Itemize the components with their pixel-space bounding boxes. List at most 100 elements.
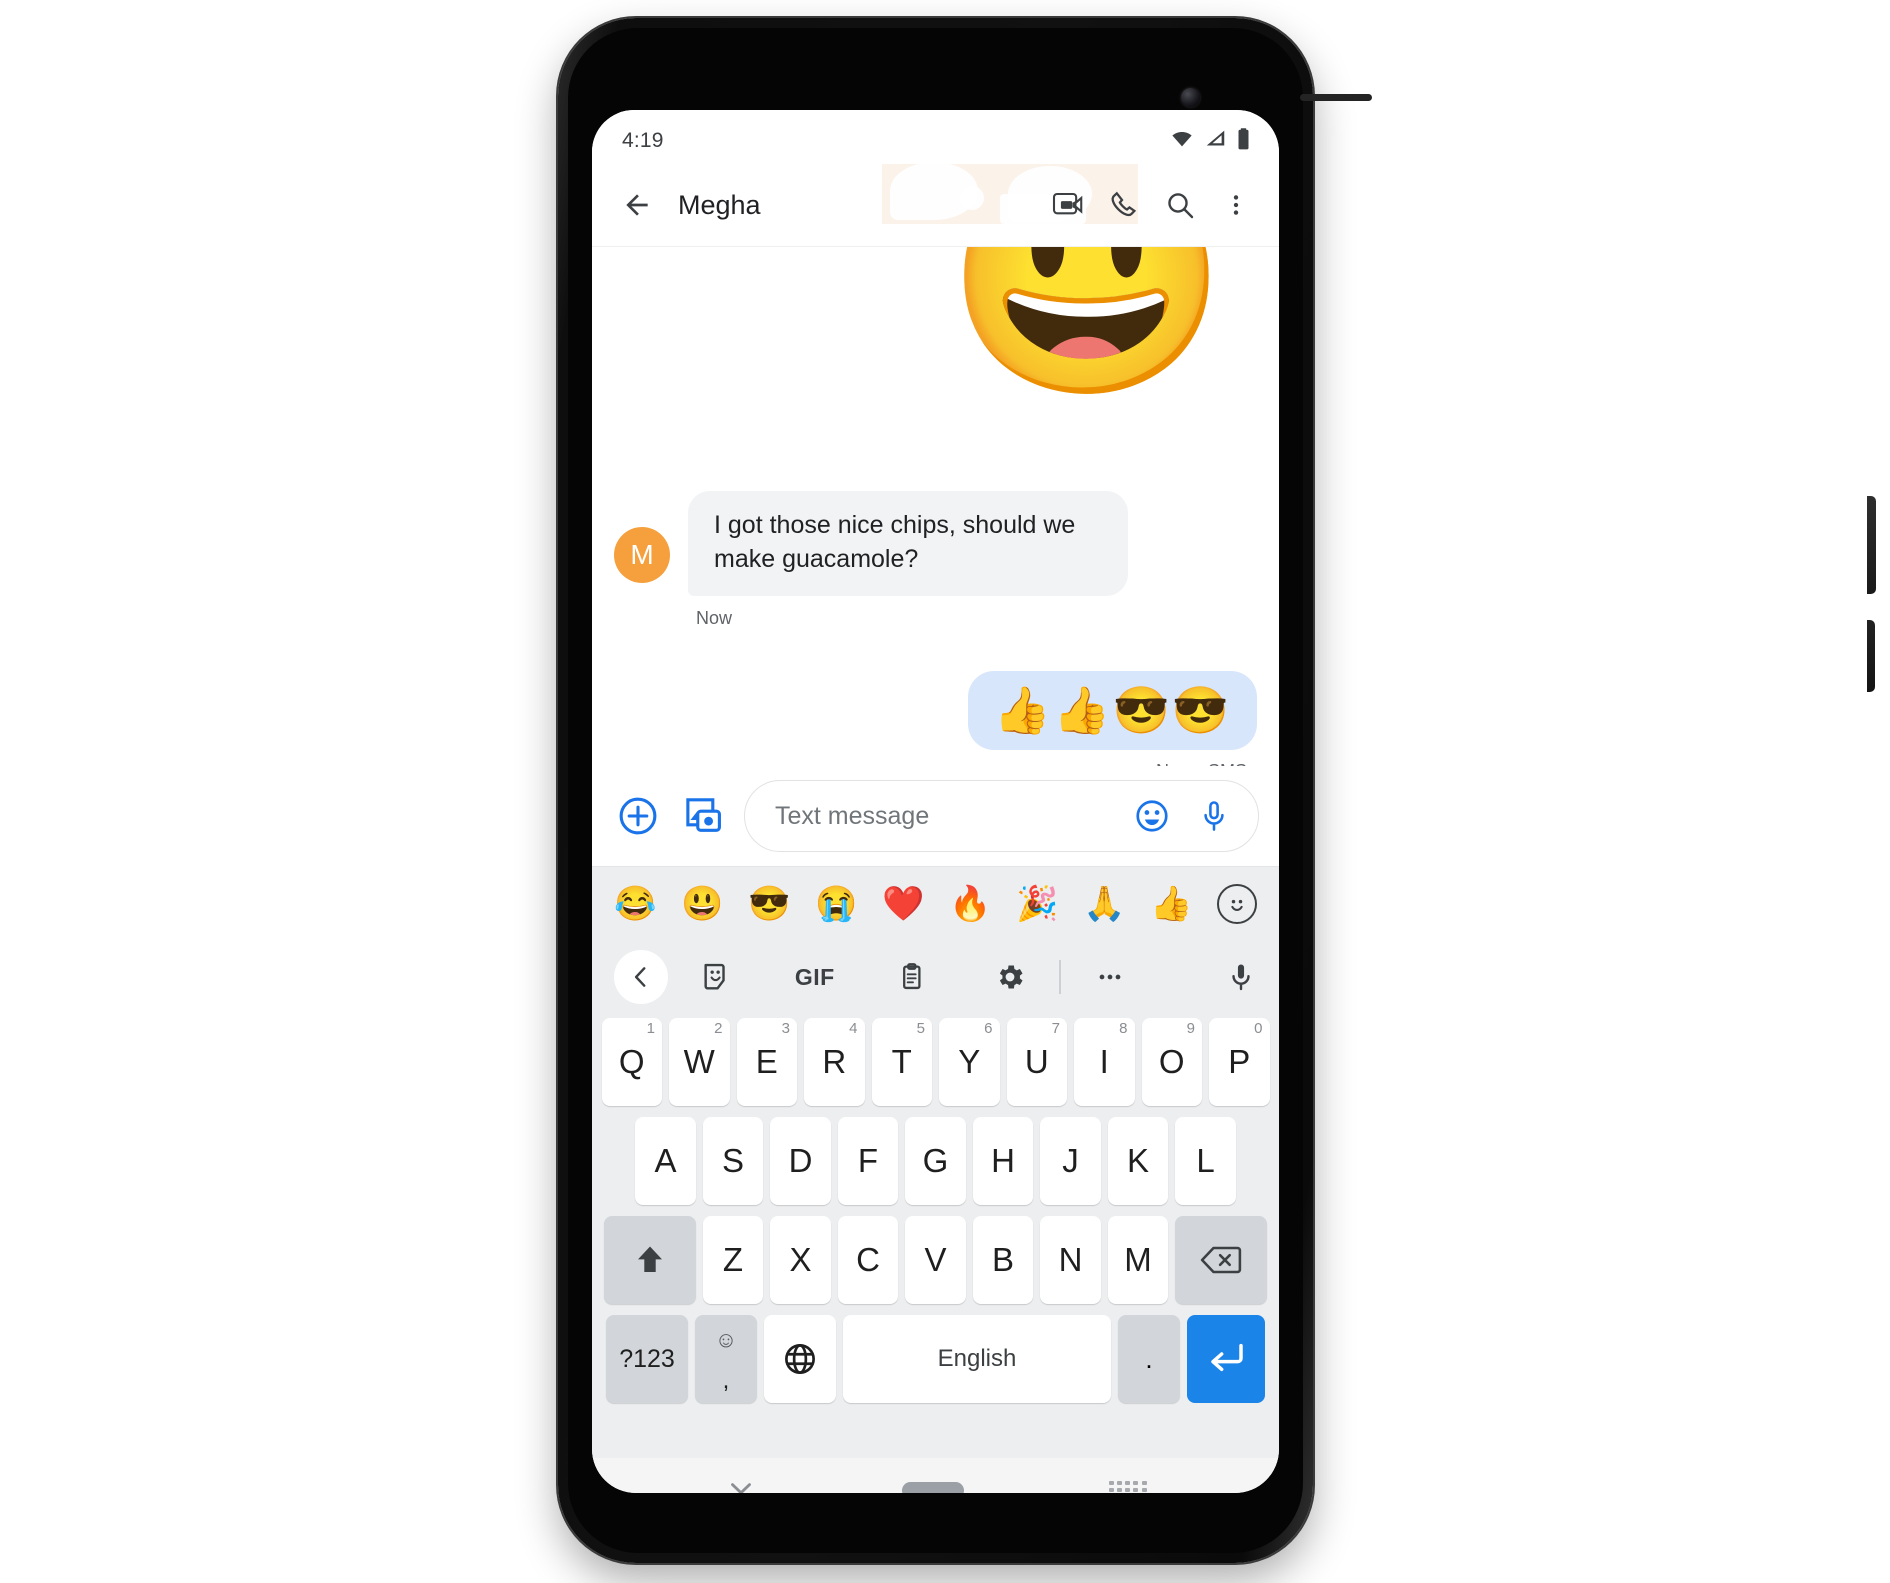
key-x[interactable]: X bbox=[770, 1216, 831, 1304]
keyboard-back-button[interactable] bbox=[614, 950, 668, 1004]
key-label: N bbox=[1058, 1241, 1083, 1278]
key-label: P bbox=[1228, 1043, 1251, 1080]
overflow-menu-button[interactable] bbox=[1209, 178, 1263, 232]
keyboard-row-1: 1Q 2W 3E 4R 5T 6Y 7U 8I 9O 0P bbox=[597, 1018, 1274, 1106]
key-label: L bbox=[1196, 1142, 1215, 1179]
emoji-suggestion-0[interactable]: 😂 bbox=[614, 887, 656, 921]
voice-message-button[interactable] bbox=[1188, 790, 1240, 842]
key-p[interactable]: 0P bbox=[1209, 1018, 1270, 1106]
key-o[interactable]: 9O bbox=[1141, 1018, 1202, 1106]
keyboard-row-4: ?123 ☺ , English . bbox=[597, 1315, 1274, 1403]
outgoing-message-bubble[interactable]: 👍👍😎😎 bbox=[967, 671, 1257, 751]
key-label: R bbox=[822, 1043, 847, 1080]
keyboard: 1Q 2W 3E 4R 5T 6Y 7U 8I 9O 0P A S D F G … bbox=[592, 1014, 1279, 1458]
key-u[interactable]: 7U bbox=[1006, 1018, 1067, 1106]
power-button[interactable] bbox=[1867, 496, 1876, 594]
key-q[interactable]: 1Q bbox=[601, 1018, 662, 1106]
comma-glyph: , bbox=[722, 1367, 730, 1394]
sticker-message[interactable]: 😃 bbox=[944, 247, 1230, 403]
key-hint: 0 bbox=[1254, 1020, 1263, 1037]
period-key[interactable]: . bbox=[1118, 1315, 1180, 1403]
backspace-key[interactable] bbox=[1175, 1216, 1268, 1304]
key-y[interactable]: 6Y bbox=[939, 1018, 1000, 1106]
key-z[interactable]: Z bbox=[702, 1216, 764, 1304]
key-h[interactable]: H bbox=[972, 1117, 1034, 1205]
key-label: C bbox=[856, 1241, 880, 1278]
page-title: Megha bbox=[678, 189, 761, 220]
emoji-suggestion-8[interactable]: 👍 bbox=[1150, 887, 1192, 921]
key-s[interactable]: S bbox=[702, 1117, 764, 1205]
key-b[interactable]: B bbox=[972, 1216, 1034, 1304]
keyboard-settings-button[interactable] bbox=[961, 961, 1059, 993]
enter-key[interactable] bbox=[1187, 1315, 1265, 1403]
key-v[interactable]: V bbox=[905, 1216, 966, 1304]
emoji-suggestion-4[interactable]: ❤️ bbox=[882, 887, 924, 921]
key-a[interactable]: A bbox=[635, 1117, 696, 1205]
phone-call-button[interactable] bbox=[1097, 178, 1151, 232]
key-i[interactable]: 8I bbox=[1074, 1018, 1135, 1106]
key-f[interactable]: F bbox=[837, 1117, 899, 1205]
key-t[interactable]: 5T bbox=[871, 1018, 932, 1106]
key-c[interactable]: C bbox=[837, 1216, 899, 1304]
comma-emoji-key[interactable]: ☺ , bbox=[695, 1315, 757, 1403]
key-w[interactable]: 2W bbox=[669, 1018, 730, 1106]
key-k[interactable]: K bbox=[1107, 1117, 1169, 1205]
keyboard-switch-icon[interactable] bbox=[1108, 1481, 1147, 1493]
key-d[interactable]: D bbox=[770, 1117, 831, 1205]
wifi-icon bbox=[1169, 128, 1195, 154]
outgoing-message-row: 👍👍😎😎 Now · SMS bbox=[614, 671, 1257, 766]
key-label: V bbox=[924, 1241, 947, 1278]
key-label: K bbox=[1126, 1142, 1149, 1179]
emoji-suggestion-3[interactable]: 😭 bbox=[815, 887, 857, 921]
key-hint: 4 bbox=[849, 1020, 858, 1037]
emoji-suggestion-7[interactable]: 🙏 bbox=[1083, 887, 1125, 921]
symbols-key[interactable]: ?123 bbox=[606, 1315, 688, 1403]
emoji-button[interactable] bbox=[1126, 790, 1178, 842]
add-attachment-button[interactable] bbox=[612, 790, 664, 842]
key-label: A bbox=[654, 1142, 677, 1179]
front-camera-icon bbox=[1181, 88, 1200, 107]
key-label: W bbox=[683, 1043, 715, 1080]
key-g[interactable]: G bbox=[905, 1117, 966, 1205]
search-button[interactable] bbox=[1153, 178, 1207, 232]
incoming-message-bubble[interactable]: I got those nice chips, should we make g… bbox=[688, 491, 1128, 596]
home-pill-button[interactable] bbox=[902, 1481, 965, 1493]
text-message-placeholder: Text message bbox=[775, 801, 930, 830]
sticker-button[interactable] bbox=[668, 960, 766, 994]
language-globe-key[interactable] bbox=[764, 1315, 836, 1403]
gif-label: GIF bbox=[794, 963, 835, 990]
key-n[interactable]: N bbox=[1040, 1216, 1101, 1304]
video-call-button[interactable] bbox=[1041, 178, 1095, 232]
key-j[interactable]: J bbox=[1040, 1117, 1101, 1205]
clipboard-button[interactable] bbox=[864, 961, 962, 993]
emoji-suggestion-2[interactable]: 😎 bbox=[748, 887, 790, 921]
emoji-picker-toggle-icon[interactable] bbox=[1217, 883, 1257, 924]
hide-keyboard-button[interactable] bbox=[724, 1471, 758, 1493]
more-options-button[interactable] bbox=[1061, 962, 1159, 992]
key-m[interactable]: M bbox=[1107, 1216, 1169, 1304]
gif-button[interactable]: GIF bbox=[766, 964, 864, 991]
key-label: Q bbox=[618, 1043, 645, 1080]
outgoing-timestamp: Now · SMS bbox=[1156, 761, 1247, 766]
volume-button[interactable] bbox=[1867, 620, 1875, 692]
toolbar-actions bbox=[1041, 178, 1263, 232]
space-key[interactable]: English bbox=[843, 1315, 1111, 1403]
cellular-signal-icon bbox=[1204, 128, 1227, 154]
status-time: 4:19 bbox=[622, 129, 664, 152]
key-e[interactable]: 3E bbox=[736, 1018, 797, 1106]
compose-bar: Text message bbox=[592, 766, 1279, 866]
shift-key[interactable] bbox=[603, 1216, 696, 1304]
text-message-input[interactable]: Text message bbox=[744, 780, 1259, 852]
key-r[interactable]: 4R bbox=[804, 1018, 865, 1106]
message-list: 😃 M I got those nice chips, should we ma… bbox=[592, 246, 1279, 766]
key-label: Y bbox=[958, 1043, 981, 1080]
emoji-suggestion-5[interactable]: 🔥 bbox=[949, 887, 991, 921]
key-l[interactable]: L bbox=[1175, 1117, 1236, 1205]
key-label: O bbox=[1158, 1043, 1185, 1080]
key-label: F bbox=[857, 1142, 879, 1179]
gallery-camera-button[interactable] bbox=[678, 790, 730, 842]
emoji-suggestion-6[interactable]: 🎉 bbox=[1016, 887, 1058, 921]
emoji-suggestion-1[interactable]: 😃 bbox=[681, 887, 723, 921]
voice-input-button[interactable] bbox=[1159, 961, 1257, 993]
back-button[interactable] bbox=[610, 178, 664, 232]
